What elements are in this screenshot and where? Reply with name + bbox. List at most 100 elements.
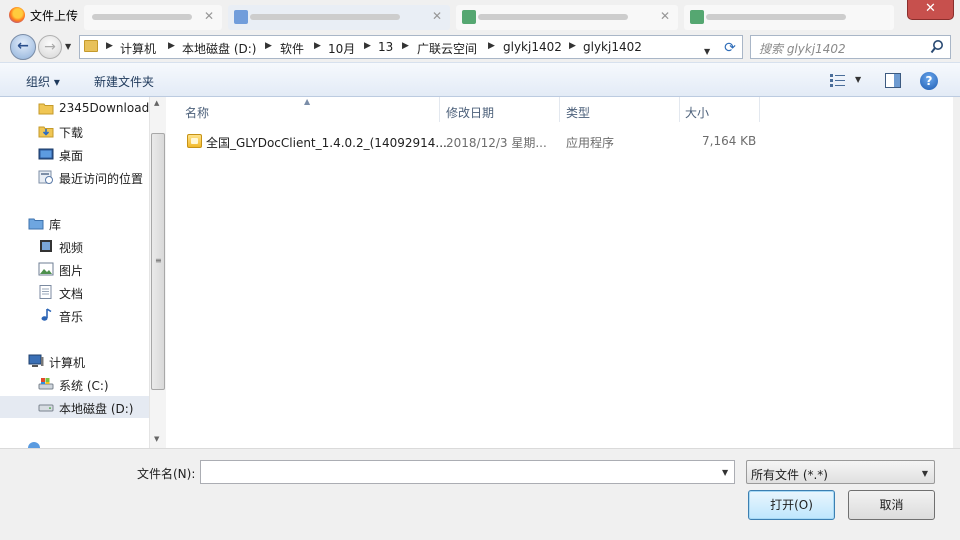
forward-button[interactable]: →	[38, 35, 62, 59]
breadcrumb-separator-icon[interactable]: ▶	[402, 41, 409, 51]
column-header-label: 名称	[185, 106, 210, 120]
sidebar-item-system-drive[interactable]: 系统 (C:)	[0, 373, 149, 395]
column-header-label: 类型	[566, 106, 591, 120]
breadcrumb-computer[interactable]: 计算机	[120, 40, 156, 57]
computer-icon	[28, 354, 44, 367]
navigation-scrollbar[interactable]: ▲ ≡ ▼	[149, 97, 166, 448]
library-icon	[28, 218, 44, 230]
close-button[interactable]: ✕	[907, 0, 954, 20]
folder-icon	[84, 40, 98, 52]
sidebar-item-downloads[interactable]: 下载	[0, 120, 149, 142]
recent-places-icon	[38, 170, 53, 184]
breadcrumb-software[interactable]: 软件	[280, 40, 304, 57]
file-type: 应用程序	[566, 136, 615, 150]
sidebar-item-computer[interactable]: 计算机	[0, 350, 149, 372]
scroll-up-icon[interactable]: ▲	[154, 99, 159, 107]
sidebar-item-label: 视频	[59, 241, 84, 255]
tab-close-icon: ✕	[203, 9, 214, 23]
file-type-filter-value: 所有文件 (*.*)	[751, 468, 828, 482]
command-bar: 组织 ▾ 新建文件夹 ▼ ?	[0, 62, 960, 97]
background-tab: ✕	[84, 5, 222, 30]
title-bar: 文件上传 ✕ ✕ ✕ ✕	[0, 0, 960, 32]
column-header-type[interactable]: 类型	[560, 97, 680, 122]
background-tab: ✕	[456, 5, 678, 30]
address-dropdown-icon[interactable]: ▼	[704, 47, 710, 56]
breadcrumb-separator-icon[interactable]: ▶	[168, 41, 175, 51]
navigation-pane: 2345Downloads 下载 桌面 最近访问的位置 库 视频 图片 文档 音…	[0, 97, 149, 448]
sidebar-item-music[interactable]: 音乐	[0, 304, 149, 326]
navigation-row: ← → ▼ ▶ 计算机 ▶ 本地磁盘 (D:) ▶ 软件 ▶ 10月 ▶ 13 …	[0, 32, 960, 62]
filename-input[interactable]	[200, 460, 735, 484]
file-type-filter[interactable]: 所有文件 (*.*) ▼	[746, 460, 935, 484]
column-header-date[interactable]: 修改日期	[440, 97, 560, 122]
file-list[interactable]: 名称 ▲ 修改日期 类型 大小 全国_GLYDocClient_1.4.0.2_…	[167, 97, 953, 448]
open-button[interactable]: 打开(O)	[748, 490, 835, 520]
scrollbar-grip-icon: ≡	[155, 256, 162, 265]
preview-pane-icon[interactable]	[885, 73, 901, 88]
sidebar-item-libraries[interactable]: 库	[0, 212, 149, 234]
sidebar-item-recent-places[interactable]: 最近访问的位置	[0, 166, 149, 188]
search-icon[interactable]	[930, 39, 944, 55]
sidebar-item-documents[interactable]: 文档	[0, 281, 149, 303]
sidebar-item-label: 2345Downloads	[59, 101, 149, 115]
breadcrumb-separator-icon[interactable]: ▶	[265, 41, 272, 51]
refresh-icon[interactable]: ⟳	[719, 39, 741, 57]
views-dropdown-icon[interactable]: ▼	[855, 75, 861, 84]
breadcrumb-separator-icon[interactable]: ▶	[364, 41, 371, 51]
sidebar-item-videos[interactable]: 视频	[0, 235, 149, 257]
breadcrumb-glykj1402-current[interactable]: glykj1402	[583, 40, 642, 54]
music-icon	[41, 308, 52, 321]
sidebar-item-2345downloads[interactable]: 2345Downloads	[0, 97, 149, 119]
history-dropdown-icon[interactable]: ▼	[65, 42, 71, 51]
column-header-name[interactable]: 名称 ▲	[167, 97, 440, 122]
sidebar-item-label: 库	[49, 218, 62, 232]
video-icon	[40, 240, 52, 252]
breadcrumb-separator-icon[interactable]: ▶	[569, 41, 576, 51]
background-tab	[684, 5, 894, 30]
sidebar-item-label: 音乐	[59, 310, 84, 324]
breadcrumb-separator-icon[interactable]: ▶	[314, 41, 321, 51]
file-row[interactable]: 全国_GLYDocClient_1.4.0.2_(14092914... 201…	[185, 130, 765, 152]
filename-dropdown-icon[interactable]: ▼	[722, 468, 728, 477]
tab-favicon-icon	[690, 10, 704, 24]
firefox-icon	[9, 7, 25, 23]
address-bar[interactable]: ▶ 计算机 ▶ 本地磁盘 (D:) ▶ 软件 ▶ 10月 ▶ 13 ▶ 广联云空…	[79, 35, 743, 59]
tab-close-icon: ✕	[431, 9, 442, 23]
change-view-icon[interactable]	[830, 74, 846, 87]
breadcrumb-separator-icon[interactable]: ▶	[488, 41, 495, 51]
picture-icon	[38, 262, 54, 276]
organize-button[interactable]: 组织 ▾	[26, 73, 60, 90]
sidebar-item-label: 本地磁盘 (D:)	[59, 402, 134, 416]
breadcrumb-october[interactable]: 10月	[328, 40, 355, 57]
file-date: 2018/12/3 星期...	[446, 136, 547, 150]
sidebar-item-pictures[interactable]: 图片	[0, 258, 149, 280]
scroll-down-icon[interactable]: ▼	[154, 435, 159, 443]
back-button[interactable]: ←	[10, 34, 36, 60]
sidebar-item-label: 系统 (C:)	[59, 379, 109, 393]
new-folder-button[interactable]: 新建文件夹	[94, 73, 154, 90]
search-input[interactable]: 搜索 glykj1402	[750, 35, 951, 59]
breadcrumb-glykj1402[interactable]: glykj1402	[503, 40, 562, 54]
column-header-size[interactable]: 大小	[680, 97, 760, 122]
breadcrumb-separator-icon[interactable]: ▶	[106, 41, 113, 51]
help-icon[interactable]: ?	[920, 72, 938, 90]
sidebar-item-local-disk[interactable]: 本地磁盘 (D:)	[0, 396, 149, 418]
right-border	[953, 97, 960, 448]
dialog-footer: 文件名(N): ▼ 所有文件 (*.*) ▼ 打开(O) 取消	[0, 448, 960, 540]
filename-label: 文件名(N):	[137, 467, 196, 481]
desktop-icon	[38, 148, 54, 160]
tab-favicon-icon	[234, 10, 248, 24]
scrollbar-thumb[interactable]: ≡	[151, 133, 165, 390]
application-icon	[187, 134, 202, 148]
breadcrumb-local-disk[interactable]: 本地磁盘 (D:)	[182, 40, 256, 57]
forward-arrow-icon: →	[44, 39, 56, 55]
drive-icon	[38, 404, 54, 412]
sort-ascending-icon: ▲	[304, 97, 311, 106]
tab-favicon-icon	[462, 10, 476, 24]
sidebar-item-label: 图片	[59, 264, 84, 278]
breadcrumb-13[interactable]: 13	[378, 40, 393, 54]
column-header-label: 修改日期	[446, 106, 495, 120]
breadcrumb-cloud-space[interactable]: 广联云空间	[417, 40, 477, 57]
cancel-button[interactable]: 取消	[848, 490, 935, 520]
sidebar-item-desktop[interactable]: 桌面	[0, 143, 149, 165]
